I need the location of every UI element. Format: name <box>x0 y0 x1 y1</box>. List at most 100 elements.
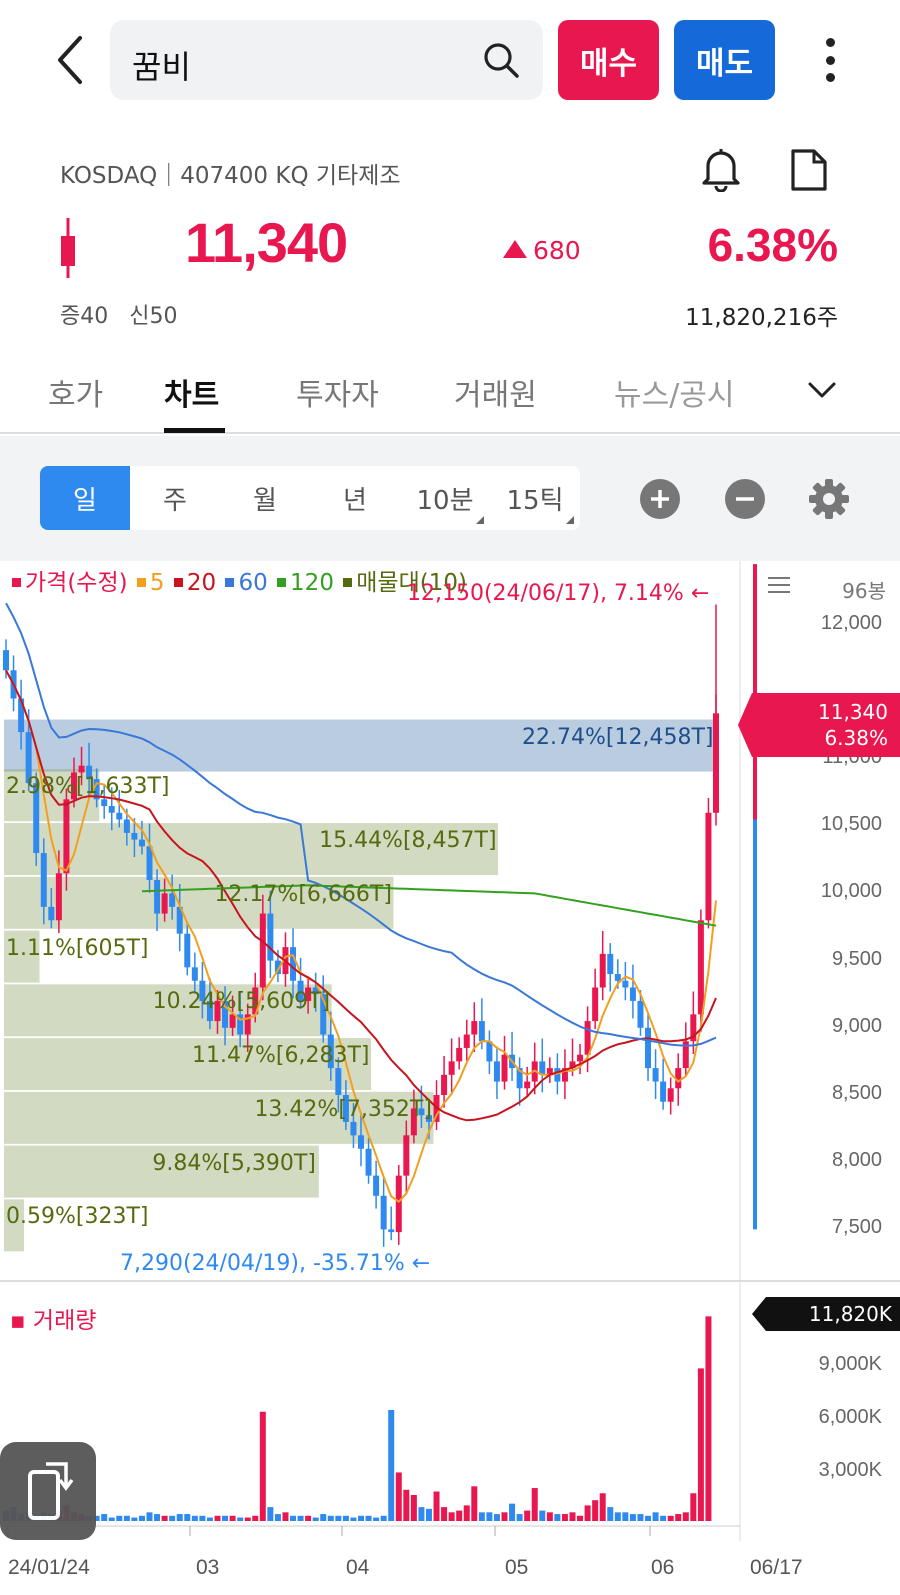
x-tick: 06 <box>651 1556 675 1579</box>
candle-body <box>290 947 297 981</box>
volume-legend: ▪ 거래량 <box>10 1308 97 1334</box>
bell-icon[interactable] <box>700 146 742 193</box>
tab-news[interactable]: 뉴스/공시 <box>614 370 735 414</box>
candle-body <box>358 1135 364 1149</box>
volume-profile-label: 1.11%[605T] <box>6 935 149 961</box>
volume-bar <box>478 1512 485 1521</box>
candle-count: 96봉 <box>842 579 886 603</box>
period-year[interactable]: 년 <box>310 466 400 530</box>
back-icon[interactable] <box>50 32 90 88</box>
candle-body <box>403 1135 410 1176</box>
volume-bar <box>592 1500 599 1521</box>
candle-body <box>380 1195 387 1230</box>
volume-profile-label: 9.84%[5,390T] <box>152 1150 316 1176</box>
volume-bar <box>342 1515 349 1521</box>
volume-bar <box>191 1515 198 1521</box>
tab-investor[interactable]: 투자자 <box>296 370 379 414</box>
search-icon[interactable] <box>481 40 521 80</box>
candle-body <box>131 832 138 840</box>
candle-body <box>607 953 614 975</box>
x-tick: 03 <box>196 1556 220 1579</box>
price-chart[interactable]: 가격(수정) 5 20 60 120 매물대(10) 96봉 12,150(24… <box>0 561 900 1595</box>
volume-bar <box>697 1368 704 1521</box>
volume-tick: 6,000K <box>818 1406 882 1428</box>
legend-swatch <box>343 578 353 587</box>
volume-bar <box>614 1512 621 1521</box>
candle-body <box>705 812 712 921</box>
legend-ma20: 20 <box>186 570 217 596</box>
tab-broker[interactable]: 거래원 <box>454 370 537 414</box>
candle-body <box>116 812 123 820</box>
legend-swatch <box>136 578 146 587</box>
volume-bar <box>441 1507 448 1521</box>
candle-body <box>629 987 636 1001</box>
candle-body <box>191 967 198 981</box>
x-tick: 04 <box>346 1556 370 1579</box>
volume-bar <box>176 1514 183 1521</box>
volume-bar <box>237 1517 244 1521</box>
volume-tag: 11,820K <box>752 1297 900 1331</box>
period-week[interactable]: 주 <box>130 466 220 530</box>
volume-bar <box>539 1510 546 1521</box>
chevron-down-icon[interactable] <box>802 370 842 410</box>
volume-bar <box>705 1316 712 1521</box>
candle-body <box>448 1061 455 1075</box>
buy-button[interactable]: 매수 <box>558 20 659 100</box>
candle-body <box>501 1054 508 1082</box>
low-annotation: 7,290(24/04/19), -35.71% ← <box>120 1251 431 1276</box>
zoom-out-icon[interactable] <box>724 478 766 520</box>
sell-button[interactable]: 매도 <box>674 20 775 100</box>
legend-ma60: 60 <box>238 570 268 596</box>
volume-bar <box>244 1517 251 1521</box>
search-input[interactable]: 꿈비 <box>110 20 543 100</box>
period-month[interactable]: 월 <box>220 466 310 530</box>
price-tick: 8,000 <box>831 1149 882 1172</box>
volume-bar <box>622 1512 629 1521</box>
volume-bar <box>675 1514 682 1521</box>
gear-icon[interactable] <box>808 478 850 520</box>
rotate-icon[interactable] <box>0 1442 96 1540</box>
chart-legend: 가격(수정) 5 20 60 120 매물대(10) <box>10 563 467 597</box>
up-triangle-icon <box>503 240 527 258</box>
more-icon[interactable] <box>815 34 845 86</box>
volume-bar <box>259 1411 266 1521</box>
volume-bar <box>667 1515 674 1521</box>
volume-bar <box>380 1515 387 1521</box>
volume-bar <box>607 1507 614 1521</box>
volume-bar <box>584 1505 591 1521</box>
period-day[interactable]: 일 <box>40 466 130 530</box>
candle-body <box>524 1081 531 1089</box>
volume-tick: 9,000K <box>818 1353 882 1375</box>
price-tick: 12,000 <box>820 611 882 634</box>
active-tab-indicator <box>164 428 225 433</box>
period-15tick[interactable]: 15틱 <box>490 466 580 530</box>
margin-info: 증40 신50 <box>60 304 178 329</box>
candle-body <box>267 913 274 961</box>
period-10min[interactable]: 10분 <box>400 466 490 530</box>
volume-bar <box>546 1512 553 1521</box>
volume-bar <box>448 1512 455 1521</box>
volume-bar <box>297 1515 304 1521</box>
price-tick: 8,500 <box>831 1082 882 1104</box>
document-icon[interactable] <box>790 148 828 192</box>
volume-bar <box>290 1515 297 1521</box>
tab-chart[interactable]: 차트 <box>164 370 219 414</box>
volume-profile-label: 2.98%[1,633T] <box>6 774 170 800</box>
zoom-in-icon[interactable] <box>639 478 681 520</box>
menu-icon[interactable] <box>768 577 790 593</box>
price-change-value: 680 <box>533 236 581 265</box>
candle-body <box>123 819 130 833</box>
candle-body <box>169 893 176 907</box>
volume-bar <box>645 1515 652 1521</box>
candle-body <box>48 906 55 921</box>
candle-body <box>660 1081 667 1102</box>
tab-quote[interactable]: 호가 <box>48 370 103 414</box>
chart-toolbar: 일 주 월 년 10분 15틱 <box>0 436 900 561</box>
volume-bar <box>161 1515 168 1521</box>
volume-bar <box>410 1494 417 1521</box>
volume-profile-label: 11.47%[6,283T] <box>192 1043 370 1069</box>
price-change: 680 <box>503 236 581 265</box>
volume-bar <box>418 1507 425 1521</box>
candle-body <box>667 1088 674 1102</box>
volume-bar <box>463 1505 470 1521</box>
